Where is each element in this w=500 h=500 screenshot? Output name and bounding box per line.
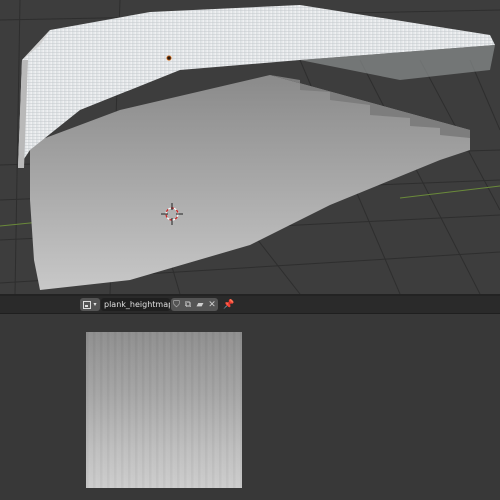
open-image-button[interactable]: ▰ [194,298,206,311]
pin-button[interactable]: 📌 [222,298,236,311]
image-editor-canvas[interactable] [0,314,500,500]
image-name-label: plank_heightmap_st... [104,300,170,309]
duplicate-icon: ⧉ [184,299,192,310]
unlink-image-button[interactable]: ✕ [206,298,218,311]
pin-icon: 📌 [223,299,235,310]
image-editor-header: ▾ plank_heightmap_st... ⛉ ⧉ ▰ ✕ 📌 [0,296,500,314]
shield-icon: ⛉ [173,299,180,310]
origin-dot [166,55,172,61]
image-name-field[interactable]: plank_heightmap_st... [101,298,170,311]
fake-user-button[interactable]: ⛉ [171,298,182,311]
image-editor-icon [83,300,92,309]
folder-icon: ▰ [196,299,204,310]
editor-type-button[interactable]: ▾ [80,298,100,311]
heightmap-texture-preview [86,332,242,488]
viewport-scene [0,0,500,294]
3d-viewport[interactable] [0,0,500,294]
new-image-button[interactable]: ⧉ [182,298,194,311]
x-axis-line [399,185,500,199]
close-icon: ✕ [208,299,216,310]
chevron-down-icon: ▾ [93,300,97,308]
